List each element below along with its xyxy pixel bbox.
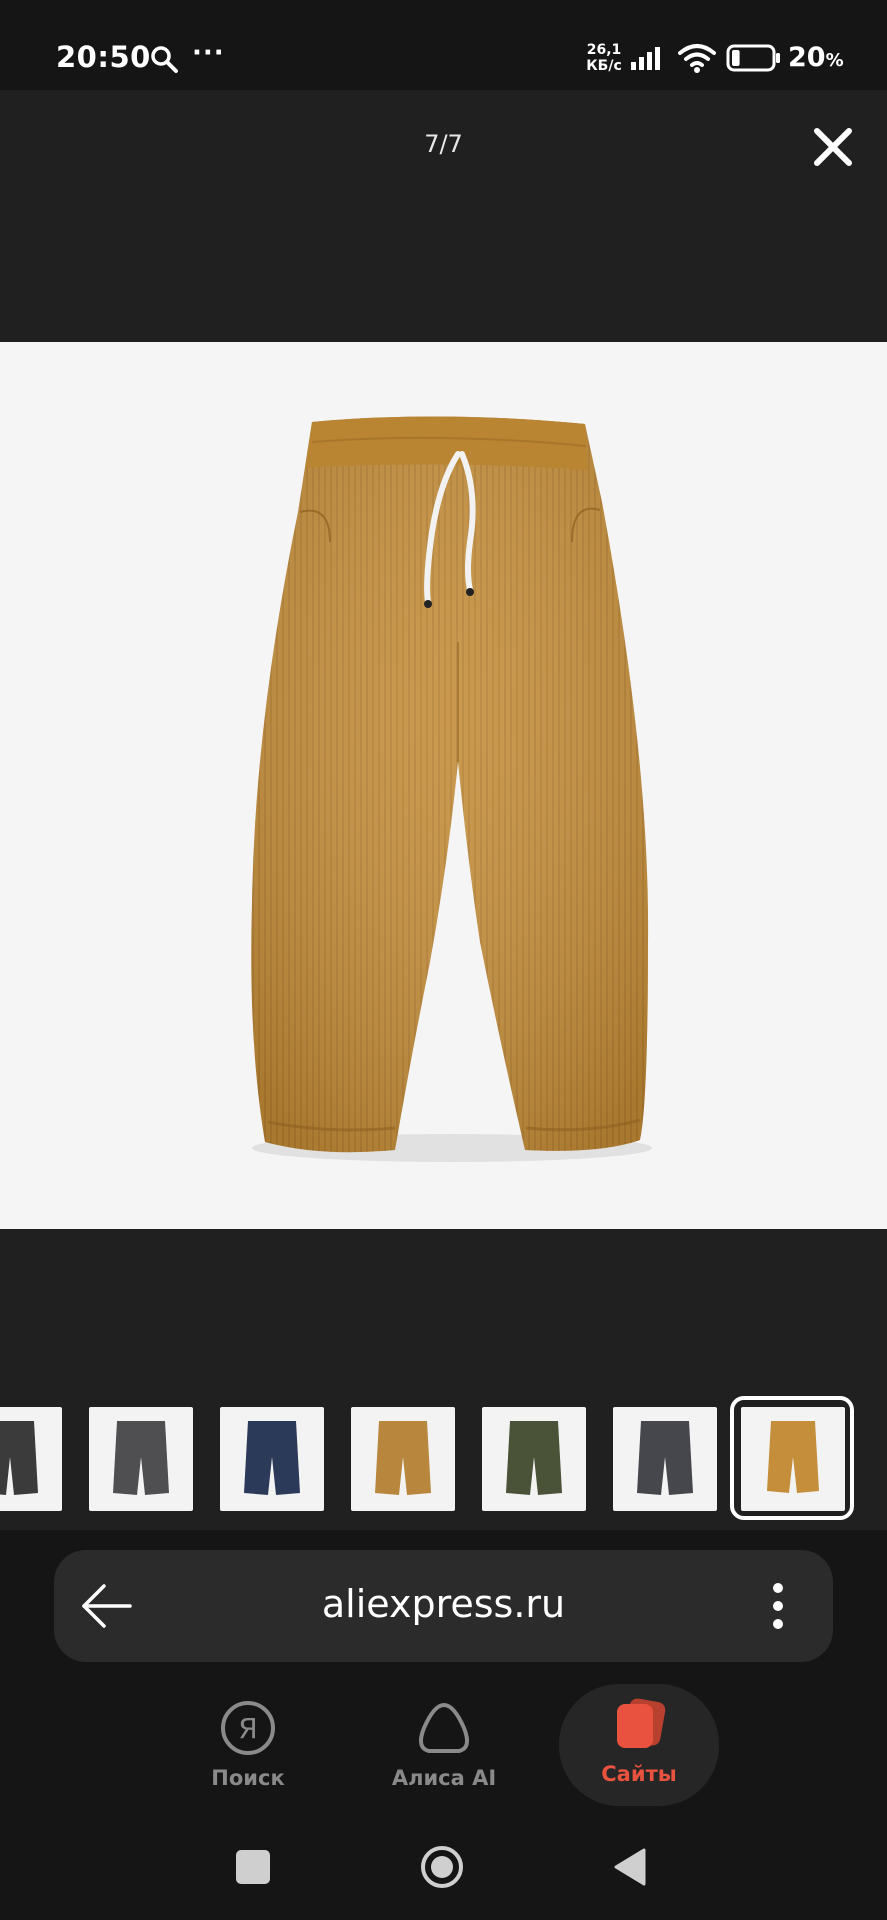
wifi-icon bbox=[678, 44, 716, 73]
alice-icon bbox=[418, 1703, 470, 1753]
nav-alice[interactable]: Алиса AI bbox=[364, 1688, 524, 1808]
product-image[interactable] bbox=[0, 342, 887, 1229]
thumbnail-2[interactable] bbox=[89, 1407, 193, 1511]
thumbnail-3[interactable] bbox=[220, 1407, 324, 1511]
battery-icon bbox=[726, 44, 780, 72]
page-counter: 7/7 bbox=[424, 130, 463, 158]
recent-apps-button[interactable] bbox=[236, 1850, 270, 1884]
svg-text:Я: Я bbox=[238, 1712, 257, 1745]
thumbnail-1[interactable] bbox=[0, 1407, 62, 1511]
thumbnail-4[interactable] bbox=[351, 1407, 455, 1511]
thumbnail-6[interactable] bbox=[613, 1407, 717, 1511]
close-icon[interactable] bbox=[808, 122, 858, 172]
nav-search[interactable]: Я Поиск bbox=[168, 1688, 328, 1808]
network-speed: 26,1 КБ/с bbox=[586, 42, 622, 74]
nav-search-label: Поиск bbox=[211, 1766, 285, 1790]
thumbnail-selection-frame bbox=[730, 1396, 854, 1520]
nav-sites[interactable]: Сайты bbox=[559, 1684, 719, 1806]
system-back-button[interactable] bbox=[612, 1846, 648, 1888]
nav-sites-label: Сайты bbox=[601, 1762, 677, 1786]
signal-icon bbox=[631, 47, 660, 70]
pants-illustration bbox=[251, 416, 652, 1162]
home-button[interactable] bbox=[420, 1845, 464, 1889]
nav-alice-label: Алиса AI bbox=[391, 1766, 497, 1790]
status-time: 20:50 bbox=[56, 40, 151, 74]
back-arrow-icon[interactable] bbox=[78, 1580, 134, 1632]
viewer-header bbox=[0, 90, 887, 342]
yandex-icon: Я bbox=[221, 1701, 275, 1755]
battery-percent: 20% bbox=[788, 42, 844, 73]
thumbnail-5[interactable] bbox=[482, 1407, 586, 1511]
search-icon bbox=[151, 46, 178, 73]
sites-icon bbox=[617, 1698, 666, 1748]
more-vertical-icon[interactable] bbox=[760, 1578, 796, 1634]
more-notifications-icon: ··· bbox=[192, 38, 225, 68]
url-text[interactable]: aliexpress.ru bbox=[150, 1582, 737, 1626]
